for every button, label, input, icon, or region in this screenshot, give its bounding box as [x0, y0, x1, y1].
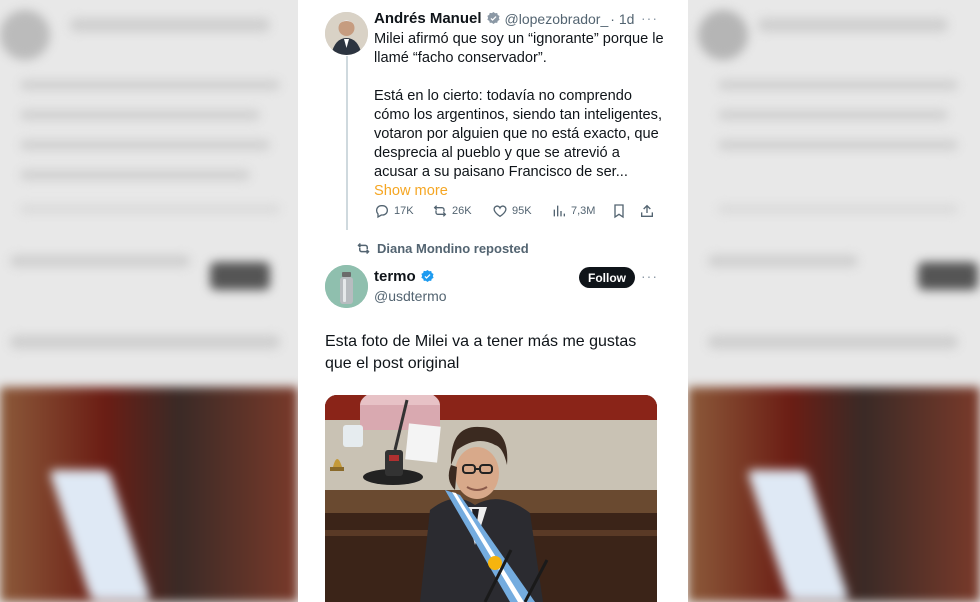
blurred-background-right: [688, 0, 980, 602]
repost-notice: Diana Mondino reposted: [356, 241, 529, 256]
tweet-paragraph-text: Está en lo cierto: todavía no comprendo …: [374, 88, 662, 180]
show-more-link[interactable]: Show more: [374, 183, 448, 199]
author-name[interactable]: termo: [374, 268, 416, 285]
thread-line: [346, 56, 348, 230]
blurred-background-left: [0, 0, 298, 602]
heart-icon: [493, 205, 507, 218]
share-icon: [641, 204, 653, 217]
post-text: Esta foto de Milei va a tener más me gus…: [325, 333, 637, 372]
verified-badge-icon: [420, 269, 435, 284]
bookmark-icon: [614, 204, 624, 219]
repost-icon: [433, 205, 447, 217]
repost-icon: [357, 242, 370, 255]
avatar-termo[interactable]: [325, 265, 368, 308]
views-count: 7,3M: [571, 205, 596, 217]
verified-badge-icon: [486, 11, 501, 26]
views-chart-icon: [553, 205, 565, 217]
tweet-card: Andrés Manuel @lopezobrador_ · 1d ··· Mi…: [298, 0, 688, 602]
post-image[interactable]: [325, 395, 657, 602]
views-button[interactable]: 7,3M: [551, 203, 595, 219]
tweet-header: Andrés Manuel @lopezobrador_ · 1d: [374, 10, 634, 27]
repost-button[interactable]: 26K: [432, 203, 472, 219]
tweet-paragraph: Está en lo cierto: todavía no comprendo …: [374, 87, 664, 201]
like-button[interactable]: 95K: [492, 203, 532, 219]
author-handle[interactable]: @lopezobrador_: [505, 11, 609, 27]
tweet-body: Milei afirmó que soy un “ignorante” porq…: [374, 30, 664, 201]
repost-notice-text[interactable]: Diana Mondino reposted: [377, 241, 529, 256]
bookmark-button[interactable]: [611, 203, 627, 219]
tweet-actions: 17K 26K 95K 7,3M: [374, 203, 664, 223]
more-options-icon[interactable]: ···: [641, 268, 658, 284]
like-count: 95K: [512, 205, 532, 217]
reply-icon: [375, 205, 388, 219]
author-handle[interactable]: @usdtermo: [374, 288, 447, 304]
avatar-andres-manuel[interactable]: [325, 12, 368, 55]
reply-button[interactable]: 17K: [374, 203, 414, 219]
follow-button[interactable]: Follow: [579, 267, 635, 288]
share-button[interactable]: [639, 203, 655, 219]
tweet-time[interactable]: · 1d: [610, 11, 634, 27]
author-name[interactable]: Andrés Manuel: [374, 10, 482, 27]
reply-count: 17K: [394, 205, 414, 217]
post-header: termo: [374, 268, 439, 285]
more-options-icon[interactable]: ···: [641, 10, 658, 26]
tweet-paragraph: Milei afirmó que soy un “ignorante” porq…: [374, 31, 664, 66]
repost-count: 26K: [452, 205, 472, 217]
